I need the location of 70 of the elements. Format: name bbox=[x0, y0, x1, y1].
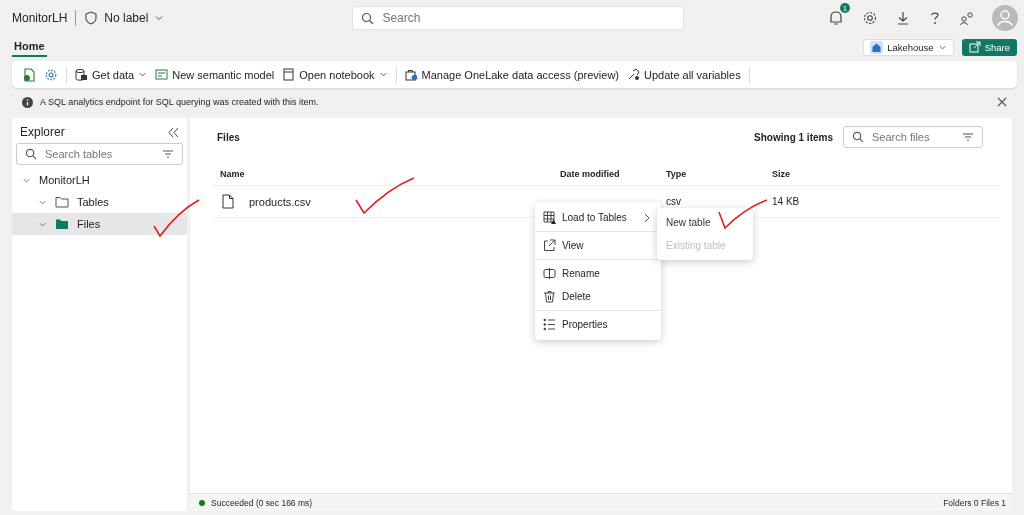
share-button[interactable]: Share bbox=[961, 38, 1017, 56]
toolbar-button[interactable]: Update all variables bbox=[627, 68, 741, 81]
tree-item[interactable]: MonitorLH bbox=[12, 169, 187, 191]
item-name[interactable]: MonitorLH bbox=[12, 11, 68, 25]
lakehouse-icon bbox=[870, 40, 884, 54]
menu-item[interactable]: Rename bbox=[535, 262, 661, 285]
search-icon bbox=[852, 131, 864, 143]
check-mark-annotation bbox=[717, 198, 769, 232]
trash-icon bbox=[543, 290, 556, 303]
notebook-icon bbox=[282, 68, 296, 81]
people-icon[interactable] bbox=[959, 10, 975, 26]
menu-item[interactable]: Load to Tables bbox=[535, 206, 661, 229]
toolbar-button[interactable]: Get data bbox=[75, 68, 148, 81]
tree-item[interactable]: Tables bbox=[12, 191, 187, 213]
search-input[interactable]: Search files bbox=[870, 130, 956, 144]
filter-icon bbox=[962, 132, 974, 142]
item-type-button[interactable]: Lakehouse bbox=[863, 38, 954, 56]
item-count: Showing 1 items bbox=[754, 131, 833, 143]
refresh-file-icon[interactable] bbox=[22, 67, 36, 82]
column-header[interactable]: Type bbox=[658, 169, 764, 179]
toolbar-button[interactable]: Open notebook bbox=[282, 68, 388, 81]
ribbon-tab[interactable]: Home bbox=[12, 37, 47, 57]
toolbar-button[interactable]: New semantic model bbox=[155, 68, 275, 81]
close-icon[interactable] bbox=[997, 97, 1007, 107]
download-icon[interactable] bbox=[895, 10, 911, 26]
search-input[interactable]: Search bbox=[380, 10, 676, 26]
settings-icon[interactable] bbox=[44, 67, 58, 82]
toolbar-button[interactable]: Manage OneLake data access (preview) bbox=[404, 68, 620, 81]
database-icon bbox=[75, 68, 88, 81]
tree-item[interactable]: Files bbox=[12, 213, 187, 235]
info-icon bbox=[22, 96, 33, 108]
chevron-down-icon bbox=[154, 13, 165, 23]
check-mark-annotation bbox=[152, 198, 202, 240]
folder-icon bbox=[55, 196, 69, 208]
status-summary: Folders 0 Files 1 bbox=[943, 497, 1006, 508]
table-icon bbox=[543, 211, 556, 224]
search-icon bbox=[361, 11, 375, 25]
table-cell-text: 14 KB bbox=[771, 196, 801, 207]
bell-icon[interactable] bbox=[827, 9, 845, 27]
share-icon bbox=[968, 41, 981, 53]
settings-icon[interactable] bbox=[862, 10, 878, 26]
info-message: A SQL analytics endpoint for SQL querying was created with this item. bbox=[40, 97, 319, 107]
menu-item[interactable]: Properties bbox=[535, 313, 661, 336]
search-icon bbox=[25, 148, 37, 160]
lock-bag-icon bbox=[404, 68, 418, 81]
list-icon bbox=[543, 318, 556, 331]
files-title: Files bbox=[217, 131, 240, 143]
shield-icon bbox=[84, 11, 99, 25]
search-files-field[interactable]: Search files bbox=[843, 126, 983, 148]
table-cell-text: csv bbox=[665, 196, 682, 207]
filter-icon bbox=[162, 149, 174, 159]
column-header[interactable]: Date modified bbox=[552, 169, 658, 179]
column-header[interactable]: Name bbox=[212, 169, 552, 179]
column-header[interactable]: Size bbox=[764, 169, 1000, 179]
menu-item[interactable]: View bbox=[535, 234, 661, 257]
model-icon bbox=[155, 68, 169, 81]
status-text: Succeeded (0 sec 166 ms) bbox=[211, 497, 313, 508]
sensitivity-label-button[interactable]: No label bbox=[84, 11, 165, 25]
search-tables-field[interactable]: Search tables bbox=[16, 143, 183, 165]
help-icon[interactable] bbox=[928, 10, 942, 26]
explorer-title: Explorer bbox=[20, 125, 65, 139]
menu-item[interactable]: Delete bbox=[535, 285, 661, 308]
search-input[interactable]: Search tables bbox=[43, 147, 156, 161]
open-external-icon bbox=[543, 239, 556, 252]
file-icon bbox=[222, 194, 234, 209]
rename-icon bbox=[543, 267, 556, 280]
collapse-icon[interactable] bbox=[168, 126, 179, 138]
file-name[interactable]: products.csv bbox=[249, 195, 311, 208]
folder-icon bbox=[55, 218, 69, 230]
search-field[interactable]: Search bbox=[352, 6, 685, 30]
